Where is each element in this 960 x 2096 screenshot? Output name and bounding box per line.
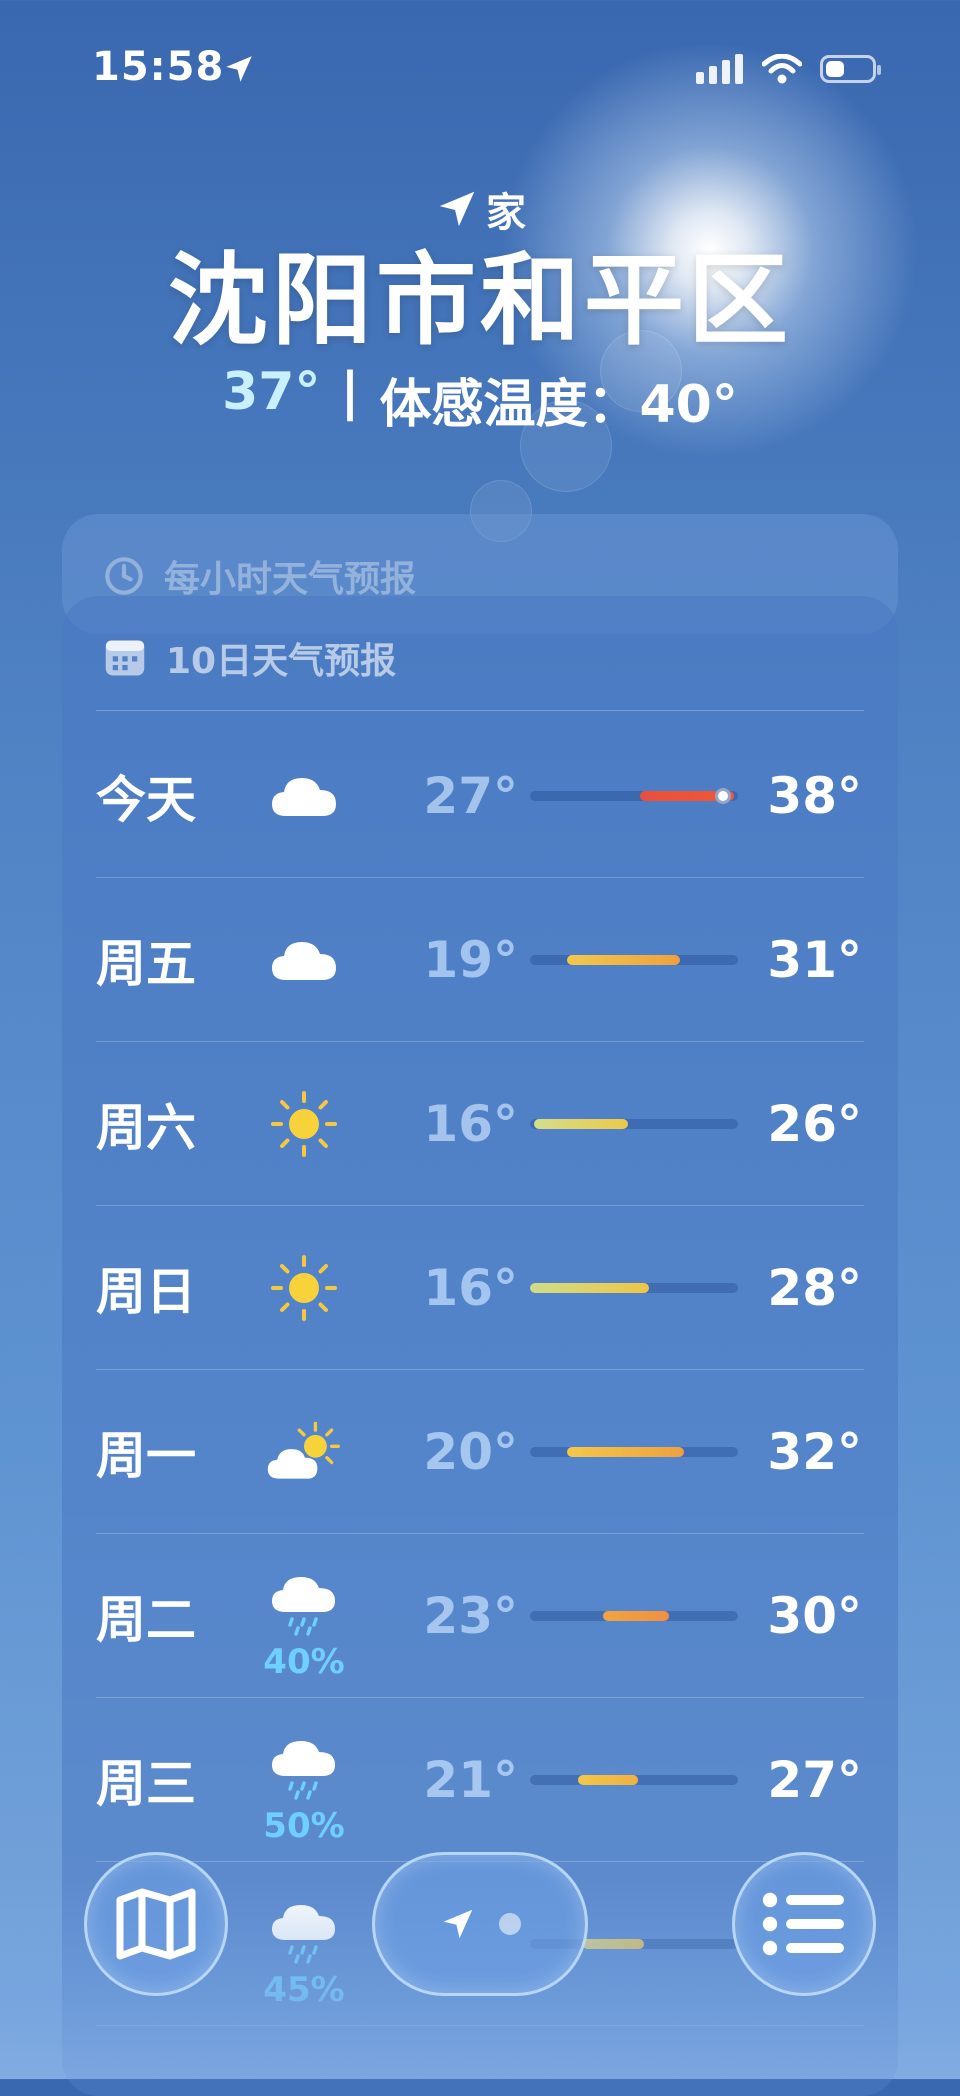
high-temperature: 38° xyxy=(767,767,862,825)
cloud-icon xyxy=(264,920,344,1000)
forecast-day: 周三 xyxy=(96,1755,196,1813)
high-temperature: 31° xyxy=(767,931,862,989)
high-temperature: 30° xyxy=(767,1587,862,1645)
map-button[interactable] xyxy=(84,1852,228,1996)
cloud-icon xyxy=(264,756,344,836)
temperature-range-track xyxy=(530,1119,738,1129)
list-icon xyxy=(762,1892,844,1956)
forecast-row[interactable]: 周日 16° 28° xyxy=(62,1206,898,1370)
low-temperature: 16° xyxy=(423,1259,518,1317)
temperature-divider: | xyxy=(340,362,360,422)
sun-icon xyxy=(264,1084,344,1164)
forecast-day: 周五 xyxy=(96,935,196,993)
temperature-summary: 37° | 体感温度：40° xyxy=(0,362,960,437)
low-temperature: 23° xyxy=(423,1587,518,1645)
forecast-day: 周二 xyxy=(96,1591,196,1649)
forecast-day: 今天 xyxy=(96,771,196,829)
forecast-day: 周一 xyxy=(96,1427,196,1485)
map-icon xyxy=(116,1888,196,1960)
forecast-row[interactable]: 今天 27° 38° xyxy=(62,714,898,878)
feels-like-temperature: 体感温度：40° xyxy=(379,375,738,435)
page-dot xyxy=(499,1913,521,1935)
wifi-icon xyxy=(762,54,802,84)
clock-icon xyxy=(105,557,143,595)
precipitation-chance: 50% xyxy=(263,1806,345,1846)
hourly-forecast-header: 每小时天气预报 xyxy=(104,550,416,602)
temperature-range-bar xyxy=(577,1775,639,1785)
low-temperature: 19° xyxy=(423,931,518,989)
high-temperature: 26° xyxy=(767,1095,862,1153)
low-temperature: 27° xyxy=(423,767,518,825)
low-temperature: 16° xyxy=(423,1095,518,1153)
temperature-range-track xyxy=(530,1447,738,1457)
cellular-signal-icon xyxy=(696,54,743,84)
precipitation-chance: 40% xyxy=(263,1642,345,1682)
location-page-indicator[interactable] xyxy=(372,1852,588,1996)
location-header: 家 沈阳市和平区 37° | 体感温度：40° xyxy=(0,180,960,437)
low-temperature: 20° xyxy=(423,1423,518,1481)
status-bar: 15:58 xyxy=(0,0,960,130)
temperature-range-bar xyxy=(534,1119,628,1129)
locations-list-button[interactable] xyxy=(732,1852,876,1996)
status-time: 15:58 xyxy=(92,44,225,90)
partly-sunny-icon xyxy=(264,1412,344,1492)
hourly-forecast-title: 每小时天气预报 xyxy=(164,559,417,600)
temperature-range-track xyxy=(530,1775,738,1785)
home-location-label: 家 xyxy=(0,180,960,238)
ten-day-forecast-title: 10日天气预报 xyxy=(166,641,397,682)
temperature-range-bar xyxy=(530,1283,649,1293)
rain-cloud-icon xyxy=(264,1564,344,1644)
forecast-row[interactable]: 周二 40% 23° 30° xyxy=(62,1534,898,1698)
temperature-range-track xyxy=(530,788,738,804)
location-arrow-icon xyxy=(443,1909,473,1939)
location-arrow-icon xyxy=(439,191,475,227)
low-temperature: 21° xyxy=(423,1751,518,1809)
home-label-text: 家 xyxy=(486,190,526,236)
current-temperature-marker xyxy=(715,788,732,804)
temperature-range-bar xyxy=(567,1447,684,1457)
sun-icon xyxy=(264,1248,344,1328)
header-divider xyxy=(96,710,864,711)
rain-cloud-icon xyxy=(264,1728,344,1808)
high-temperature: 32° xyxy=(767,1423,862,1481)
current-temperature: 37° xyxy=(222,362,321,422)
forecast-row[interactable]: 周五 19° 31° xyxy=(62,878,898,1042)
battery-icon xyxy=(820,55,881,83)
high-temperature: 27° xyxy=(767,1751,862,1809)
temperature-range-track xyxy=(530,1611,738,1621)
forecast-row[interactable]: 周三 50% 21° 27° xyxy=(62,1698,898,1862)
location-services-icon xyxy=(226,56,252,82)
high-temperature: 28° xyxy=(767,1259,862,1317)
temperature-range-track xyxy=(530,955,738,965)
forecast-row[interactable]: 周一 20° 32° xyxy=(62,1370,898,1534)
temperature-range-track xyxy=(530,1283,738,1293)
status-icons xyxy=(696,54,881,84)
city-name: 沈阳市和平区 xyxy=(168,242,792,359)
forecast-day: 周日 xyxy=(96,1263,196,1321)
forecast-row[interactable]: 周六 16° 26° xyxy=(62,1042,898,1206)
ten-day-forecast-header: 10日天气预报 xyxy=(104,632,396,684)
calendar-icon xyxy=(105,640,145,676)
temperature-range-bar xyxy=(602,1611,670,1621)
forecast-day: 周六 xyxy=(96,1099,196,1157)
temperature-range-bar xyxy=(567,955,680,965)
